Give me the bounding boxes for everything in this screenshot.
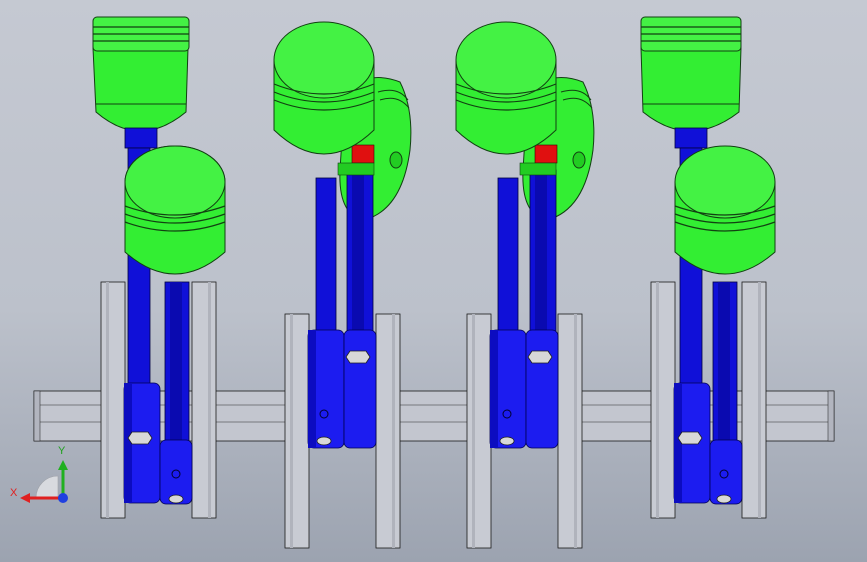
graphics-viewport[interactable]: Y X xyxy=(0,0,867,562)
piston-front-4[interactable] xyxy=(273,21,375,155)
piston-front-7[interactable] xyxy=(674,145,776,275)
x-axis-arrowhead xyxy=(20,493,30,503)
x-axis-label: X xyxy=(10,487,18,499)
triad-arc xyxy=(35,475,59,499)
z-axis-dot xyxy=(58,493,68,503)
view-orientation-triad[interactable]: Y X xyxy=(8,440,78,510)
engine-assembly-view[interactable] xyxy=(0,0,867,562)
y-axis-arrowhead xyxy=(58,460,68,470)
piston-back-1[interactable] xyxy=(92,16,190,132)
piston-front-6[interactable] xyxy=(455,21,557,155)
piston-front-2[interactable] xyxy=(124,145,226,275)
piston-back-8[interactable] xyxy=(640,16,742,132)
y-axis-label: Y xyxy=(58,445,66,457)
